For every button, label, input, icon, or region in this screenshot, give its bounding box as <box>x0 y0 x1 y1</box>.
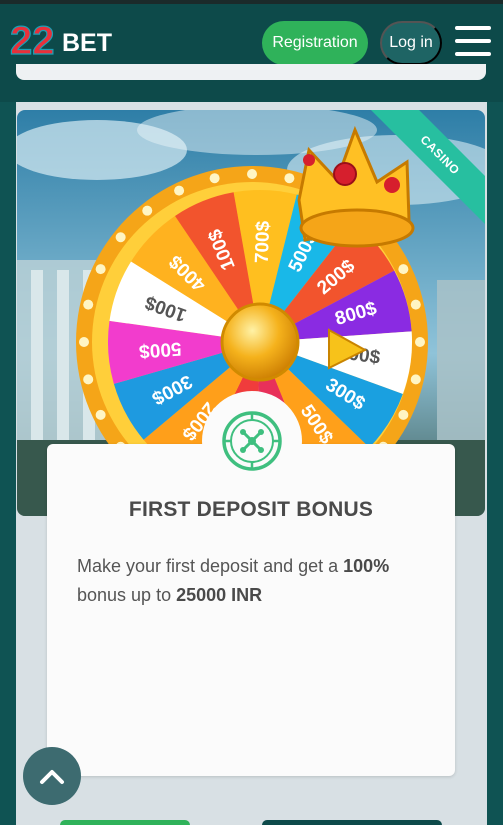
menu-line <box>455 26 491 30</box>
promo-title: FIRST DEPOSIT BONUS <box>128 498 374 521</box>
wheel-label: 700$ <box>252 220 274 263</box>
rim-bulb <box>284 173 295 184</box>
bottom-button-partial[interactable] <box>60 820 190 825</box>
rim-bulb <box>95 264 106 275</box>
chevron-up-icon <box>40 770 64 784</box>
panel-border-left <box>0 74 16 825</box>
promo-text-part1: Make your first deposit and get a <box>77 556 344 576</box>
roulette-icon <box>222 411 282 471</box>
rim-bulb <box>410 374 421 385</box>
menu-line <box>455 39 491 43</box>
rim-bulb <box>115 232 126 243</box>
wheel-label: 500$ <box>138 338 182 362</box>
promo-description: Make your first deposit and get a 100% b… <box>77 552 427 610</box>
rim-bulb <box>247 169 257 179</box>
rim-bulb <box>95 409 106 420</box>
promo-bonus-percent: 100% <box>343 556 390 576</box>
rim-bulb <box>398 264 409 275</box>
logo-text: BET <box>62 29 112 57</box>
rim-bulb <box>410 299 421 310</box>
rim-bulb <box>79 337 89 347</box>
promo-card: FIRST DEPOSIT BONUS Make your first depo… <box>47 444 455 776</box>
rim-bulb <box>209 173 220 184</box>
rim-bulb <box>83 299 94 310</box>
login-button[interactable]: Log in <box>380 21 442 65</box>
rim-bulb <box>398 409 409 420</box>
rim-bulb <box>83 374 94 385</box>
rim-bulb <box>142 205 153 216</box>
panel-border-right <box>487 74 503 825</box>
promo-icon-badge <box>202 391 302 491</box>
bottom-button-partial[interactable] <box>262 820 442 825</box>
rim-bulb <box>174 185 185 196</box>
promo-bonus-amount: 25000 INR <box>176 585 263 605</box>
menu-line <box>455 52 491 56</box>
registration-button[interactable]: Registration <box>262 21 368 65</box>
logo-number: 22 <box>10 19 55 62</box>
promo-text-part2: bonus up to <box>77 585 177 605</box>
logo[interactable]: 22 BET <box>10 18 122 62</box>
rim-bulb <box>415 337 425 347</box>
hamburger-menu-icon[interactable] <box>455 26 491 56</box>
wheel-hub <box>220 302 300 382</box>
previous-card-bottom <box>16 64 486 80</box>
previous-section-strip <box>0 64 503 102</box>
scroll-to-top-button[interactable] <box>23 747 81 805</box>
